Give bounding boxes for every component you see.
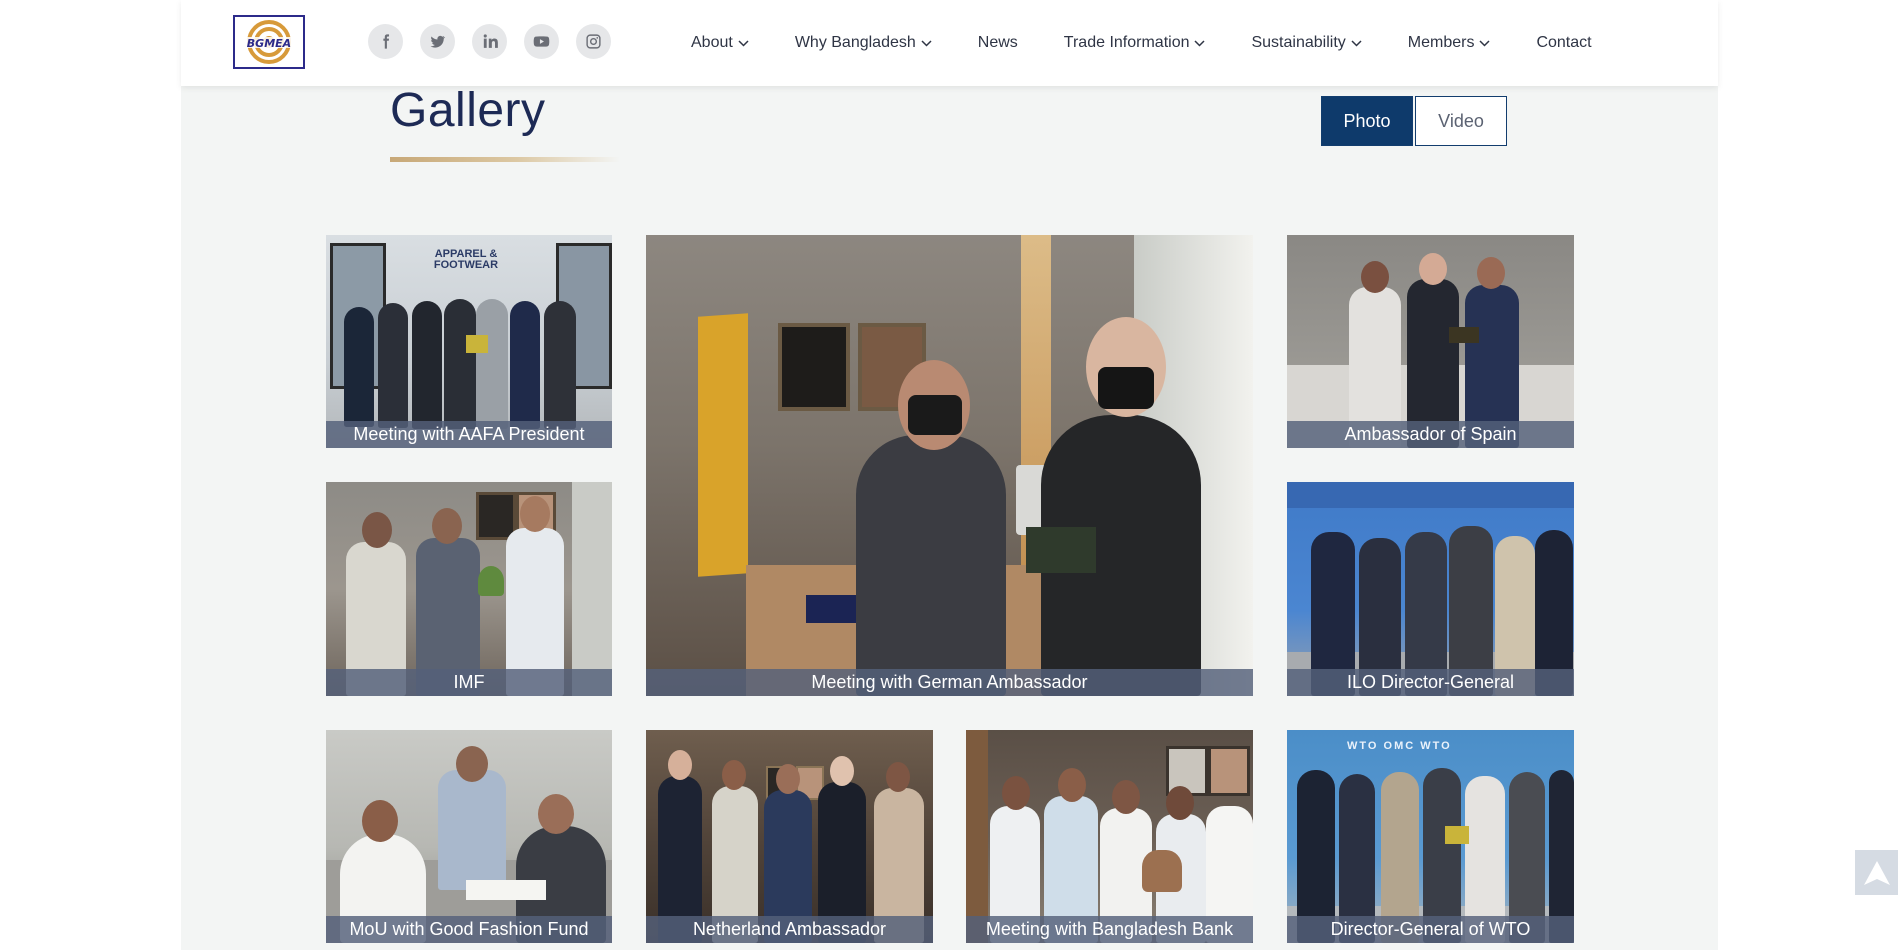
twitter-icon [430, 35, 446, 48]
facebook-icon [383, 34, 390, 49]
gallery-caption: Meeting with German Ambassador [646, 669, 1253, 696]
gallery-item[interactable]: Ambassador of Spain [1287, 235, 1574, 448]
chevron-down-icon [1479, 39, 1490, 47]
menu-item-members[interactable]: Members [1408, 34, 1491, 52]
gallery-photo [326, 730, 612, 943]
gallery-photo: WTO OMC WTO [1287, 730, 1574, 943]
media-type-toggle: Photo Video [1321, 96, 1507, 146]
gallery-photo [966, 730, 1253, 943]
gallery-caption: Netherland Ambassador [646, 916, 933, 943]
gallery-item[interactable]: Netherland Ambassador [646, 730, 933, 943]
gallery-item[interactable]: Meeting with Bangladesh Bank [966, 730, 1253, 943]
video-tab[interactable]: Video [1415, 96, 1507, 146]
gallery-photo [326, 482, 612, 696]
menu-item-label: Contact [1536, 34, 1592, 51]
site-header: BGMEA About Why Bangladesh News Trade In… [181, 0, 1718, 86]
photo-tab[interactable]: Photo [1321, 96, 1413, 146]
linkedin-link[interactable] [472, 24, 507, 59]
gallery-caption: Meeting with AAFA President [326, 421, 612, 448]
gallery-item[interactable]: MoU with Good Fashion Fund [326, 730, 612, 943]
page-container: BGMEA About Why Bangladesh News Trade In… [181, 0, 1718, 950]
menu-item-contact[interactable]: Contact [1536, 34, 1591, 52]
gallery-photo [646, 235, 1253, 696]
chevron-down-icon [738, 39, 749, 47]
menu-item-label: Sustainability [1251, 34, 1346, 51]
instagram-link[interactable] [576, 24, 611, 59]
logo-text: BGMEA [247, 37, 291, 50]
gallery-caption: MoU with Good Fashion Fund [326, 916, 612, 943]
gallery-caption: Meeting with Bangladesh Bank [966, 916, 1253, 943]
menu-item-label: Members [1407, 34, 1475, 51]
gallery-item[interactable]: IMF [326, 482, 612, 696]
youtube-link[interactable] [524, 24, 559, 59]
menu-item-trade-information[interactable]: Trade Information [1064, 34, 1206, 52]
chevron-down-icon [1351, 39, 1362, 47]
bgmea-logo[interactable]: BGMEA [233, 15, 305, 69]
gallery-item[interactable]: ILO Director-General [1287, 482, 1574, 696]
menu-item-about[interactable]: About [691, 34, 749, 52]
page-title: Gallery [390, 84, 546, 137]
gallery-caption: Ambassador of Spain [1287, 421, 1574, 448]
menu-item-label: About [691, 34, 733, 51]
gallery-photo: APPAREL & FOOTWEAR [326, 235, 612, 448]
instagram-icon [586, 34, 601, 49]
youtube-icon [533, 36, 550, 47]
menu-item-why-bangladesh[interactable]: Why Bangladesh [795, 34, 932, 52]
gallery-caption: Director-General of WTO [1287, 916, 1574, 943]
gallery-photo [1287, 235, 1574, 448]
linkedin-icon [483, 34, 498, 48]
menu-item-news[interactable]: News [978, 34, 1018, 52]
gallery-photo [646, 730, 933, 943]
main-menu: About Why Bangladesh News Trade Informat… [691, 0, 1592, 86]
chevron-down-icon [1194, 39, 1206, 47]
menu-item-sustainability[interactable]: Sustainability [1251, 34, 1362, 52]
menu-item-label: News [977, 34, 1018, 51]
gallery-photo [1287, 482, 1574, 696]
chevron-down-icon [921, 39, 932, 47]
gallery-item[interactable]: Meeting with German Ambassador [646, 235, 1253, 696]
twitter-link[interactable] [420, 24, 455, 59]
social-links [368, 24, 611, 59]
gallery-caption: ILO Director-General [1287, 669, 1574, 696]
facebook-link[interactable] [368, 24, 403, 59]
menu-item-label: Trade Information [1063, 34, 1190, 51]
menu-item-label: Why Bangladesh [794, 34, 916, 51]
scroll-to-top-button[interactable] [1855, 850, 1898, 895]
arrow-up-icon [1863, 860, 1890, 885]
gallery-caption: IMF [326, 669, 612, 696]
gallery-item[interactable]: APPAREL & FOOTWEAR Meeting with AAFA Pres… [326, 235, 612, 448]
title-underline [390, 157, 620, 162]
gallery-item[interactable]: WTO OMC WTO Director-General of WTO [1287, 730, 1574, 943]
